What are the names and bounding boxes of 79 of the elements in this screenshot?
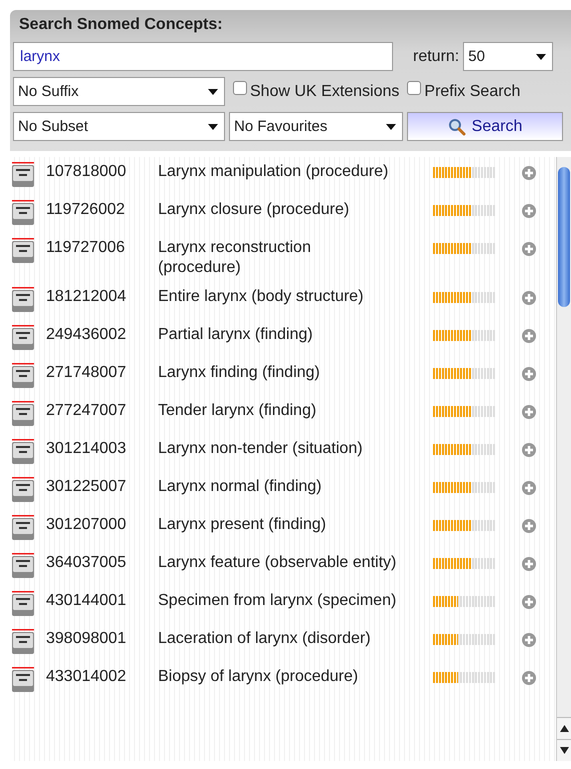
concept-code: 249436002 (46, 325, 128, 345)
concept-icon (12, 629, 34, 655)
concept-code: 301225007 (46, 477, 128, 497)
concept-icon (12, 667, 34, 693)
checkbox[interactable] (407, 80, 422, 94)
concept-code: 107818000 (46, 162, 128, 182)
concept-term: Larynx normal (finding) (158, 477, 323, 497)
concept-term: Larynx closure (procedure) (158, 200, 350, 220)
caret-icon (208, 88, 218, 94)
search-field[interactable]: larynx (13, 42, 393, 71)
concept-icon (12, 200, 34, 226)
panel-title: Search Snomed Concepts: (18, 16, 224, 35)
concept-term: Partial larynx (finding) (158, 325, 314, 345)
add-icon[interactable] (521, 328, 537, 344)
concept-code: 301214003 (46, 439, 128, 459)
concept-term: Larynx finding (finding) (158, 363, 321, 383)
concept-code: 364037005 (46, 553, 128, 573)
concept-icon (12, 401, 34, 427)
concept-term: Biopsy of larynx (procedure) (158, 667, 360, 687)
concept-icon (12, 363, 34, 389)
concept-icon (12, 238, 34, 264)
concept-icon (12, 515, 34, 541)
concept-term: Larynx non-tender (situation) (158, 439, 364, 459)
concept-code: 181212004 (46, 287, 128, 307)
suffix-select[interactable]: No Suffix (13, 77, 225, 106)
concept-term: Tender larynx (finding) (158, 401, 318, 421)
concept-term: Larynx present (finding) (158, 515, 328, 535)
concept-code: 119727006 (46, 238, 126, 258)
add-icon[interactable] (521, 290, 537, 306)
concept-icon (12, 477, 34, 503)
favourites-select[interactable]: No Favourites (229, 112, 403, 141)
concept-term: Larynx manipulation (procedure) (158, 162, 390, 182)
concept-icon (12, 325, 34, 351)
return-select[interactable]: 50 (463, 42, 554, 71)
add-icon[interactable] (521, 480, 537, 496)
concept-code: 271748007 (46, 363, 128, 383)
add-icon[interactable] (521, 594, 537, 610)
concept-icon (12, 553, 34, 579)
scroll-down-button[interactable] (557, 739, 571, 761)
add-icon[interactable] (521, 518, 537, 534)
add-icon[interactable] (521, 366, 537, 382)
search-button[interactable]: Search (407, 112, 563, 141)
add-icon[interactable] (521, 203, 537, 219)
search-icon (448, 118, 466, 136)
concept-term: Laceration of larynx (disorder) (158, 629, 372, 649)
add-icon[interactable] (521, 670, 537, 686)
option-checkbox[interactable]: Prefix Search (407, 82, 520, 100)
concept-term: Larynx reconstruction (procedure) (158, 238, 312, 278)
concept-icon (12, 162, 34, 188)
add-icon[interactable] (521, 165, 537, 181)
caret-icon (208, 124, 218, 130)
up-arrow-icon (560, 725, 568, 732)
concept-icon (12, 287, 34, 313)
concept-code: 119726002 (46, 200, 126, 220)
concept-code: 433014002 (46, 667, 128, 687)
subset-select[interactable]: No Subset (13, 112, 225, 141)
add-icon[interactable] (521, 241, 537, 257)
scroll-thumb[interactable] (558, 167, 570, 307)
checkbox[interactable] (233, 80, 247, 94)
scroll-up-button[interactable] (557, 717, 571, 739)
return-label: return: (413, 48, 460, 66)
concept-code: 301207000 (46, 515, 128, 535)
concept-icon (12, 591, 34, 617)
concept-icon (12, 439, 34, 465)
caret-icon (386, 124, 396, 130)
scrollbar[interactable] (556, 157, 571, 761)
add-icon[interactable] (521, 632, 537, 648)
concept-term: Entire larynx (body structure) (158, 287, 364, 307)
concept-code: 430144001 (46, 591, 128, 611)
add-icon[interactable] (521, 404, 537, 420)
add-icon[interactable] (521, 442, 537, 458)
down-arrow-icon (560, 747, 568, 754)
option-checkbox[interactable]: Show UK Extensions (233, 82, 400, 100)
concept-term: Specimen from larynx (specimen) (158, 591, 398, 611)
concept-term: Larynx feature (observable entity) (158, 553, 398, 573)
concept-code: 398098001 (46, 629, 128, 649)
caret-icon (536, 54, 546, 60)
concept-code: 277247007 (46, 401, 128, 421)
add-icon[interactable] (521, 556, 537, 572)
